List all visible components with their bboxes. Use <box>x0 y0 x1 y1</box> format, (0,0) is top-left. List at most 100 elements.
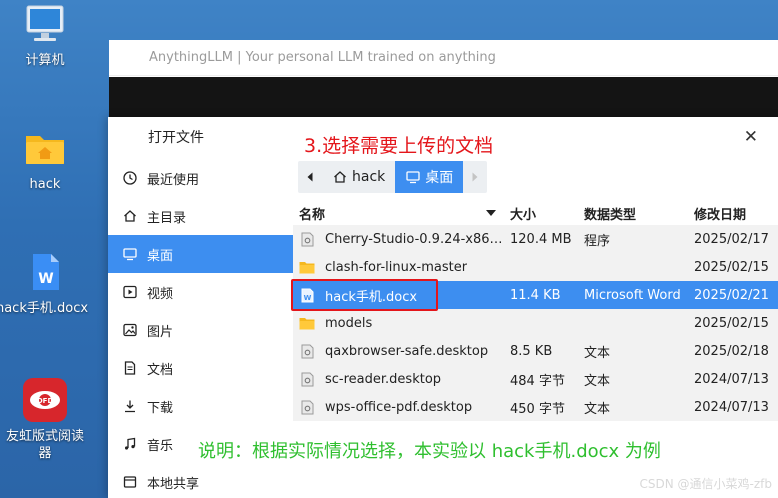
desktop-icon-reader[interactable]: OFD 友虹版式阅读器 <box>0 376 90 462</box>
dialog-title: 打开文件 <box>148 130 204 146</box>
svg-text:W: W <box>303 294 311 302</box>
sidebar-item-label: 本地共享 <box>147 476 200 492</box>
watermark: CSDN @通信小菜鸡-zfb <box>639 477 773 491</box>
file-type: 文本 <box>584 345 611 361</box>
file-size: 450 字节 <box>510 401 565 417</box>
file-type: 程序 <box>584 233 611 249</box>
breadcrumb-item-desktop[interactable]: 桌面 <box>395 161 464 193</box>
step-annotation: 3.选择需要上传的文档 <box>304 135 494 157</box>
desktop-icon-computer[interactable]: 计算机 <box>0 4 90 69</box>
sidebar-item-downloads[interactable]: 下载 <box>108 387 293 425</box>
share-icon <box>122 474 138 490</box>
table-row[interactable]: sc-reader.desktop 484 字节 文本 2024/07/13 <box>293 365 778 393</box>
table-header: 名称 大小 数据类型 修改日期 <box>293 201 778 225</box>
svg-text:OFD: OFD <box>37 397 54 405</box>
column-header-label: 名称 <box>299 207 326 223</box>
column-header-date[interactable]: 修改日期 <box>686 204 778 223</box>
file-name: sc-reader.desktop <box>325 371 442 387</box>
desktop-icon <box>122 246 138 262</box>
file-date: 2024/07/13 <box>694 371 769 387</box>
word-document-icon: W <box>299 287 315 303</box>
file-type: 文本 <box>584 373 611 389</box>
table-row[interactable]: Cherry-Studio-0.9.24-x86_… 120.4 MB 程序 2… <box>293 225 778 253</box>
close-icon[interactable]: ✕ <box>744 127 758 147</box>
sidebar-item-label: 音乐 <box>147 438 174 454</box>
desktop-icon-label: hack手机.docx <box>0 301 89 316</box>
table-row[interactable]: qaxbrowser-safe.desktop 8.5 KB 文本 2025/0… <box>293 337 778 365</box>
breadcrumb-label: hack <box>352 169 386 185</box>
computer-icon <box>26 5 64 41</box>
reader-app-icon: OFD <box>23 378 67 422</box>
sidebar-item-videos[interactable]: 视频 <box>108 273 293 311</box>
svg-text:W: W <box>38 271 53 287</box>
sidebar-item-documents[interactable]: 文档 <box>108 349 293 387</box>
desktop-icon <box>405 169 421 185</box>
forward-arrow-icon[interactable] <box>463 161 487 193</box>
breadcrumb: hack 桌面 <box>298 161 488 193</box>
table-row[interactable]: wps-office-pdf.desktop 450 字节 文本 2024/07… <box>293 393 778 421</box>
sidebar-item-pictures[interactable]: 图片 <box>108 311 293 349</box>
sidebar-item-local-share[interactable]: 本地共享 <box>108 463 293 498</box>
table-row[interactable]: clash-for-linux-master 2025/02/15 <box>293 253 778 281</box>
file-type: 文本 <box>584 401 611 417</box>
table-row-selected[interactable]: Whack手机.docx 11.4 KB Microsoft Word 2025… <box>293 281 778 309</box>
file-date: 2025/02/21 <box>694 287 769 303</box>
file-date: 2025/02/18 <box>694 343 769 359</box>
sidebar-item-label: 最近使用 <box>147 172 200 188</box>
desktop-icon-label: 友虹版式阅读器 <box>5 429 84 461</box>
column-header-name[interactable]: 名称 <box>293 204 504 223</box>
clock-icon <box>122 170 138 186</box>
sidebar-item-label: 文档 <box>147 362 174 378</box>
file-name: wps-office-pdf.desktop <box>325 399 473 415</box>
sidebar-item-home[interactable]: 主目录 <box>108 197 293 235</box>
home-icon <box>332 169 348 185</box>
document-icon <box>122 360 138 376</box>
folder-icon <box>299 259 315 275</box>
file-name: hack手机.docx <box>325 289 418 305</box>
table-row[interactable]: models 2025/02/15 <box>293 309 778 337</box>
file-name: models <box>325 315 373 331</box>
text-file-icon <box>299 343 315 359</box>
home-icon <box>122 208 138 224</box>
note-annotation: 说明：根据实际情况选择，本实验以 hack手机.docx 为例 <box>198 441 661 462</box>
executable-icon <box>299 231 315 247</box>
open-file-dialog: 打开文件 ✕ 3.选择需要上传的文档 最近使用 主目录 桌面 视频 图片 文档 … <box>108 117 778 498</box>
file-date: 2025/02/15 <box>694 259 769 275</box>
download-icon <box>122 398 138 414</box>
file-name: qaxbrowser-safe.desktop <box>325 343 489 359</box>
desktop-icon-label: 计算机 <box>25 53 65 68</box>
music-icon <box>122 436 138 452</box>
file-type: Microsoft Word <box>584 287 681 303</box>
video-icon <box>122 284 138 300</box>
app-header-bar <box>109 77 778 117</box>
file-date: 2025/02/15 <box>694 315 769 331</box>
file-name: Cherry-Studio-0.9.24-x86_… <box>325 231 504 247</box>
word-document-icon: W <box>33 254 59 290</box>
text-file-icon <box>299 399 315 415</box>
file-name: clash-for-linux-master <box>325 259 468 275</box>
file-date: 2025/02/17 <box>694 231 769 247</box>
column-header-size[interactable]: 大小 <box>504 204 578 223</box>
file-table: 名称 大小 数据类型 修改日期 Cherry-Studio-0.9.24-x86… <box>293 201 778 421</box>
home-folder-icon <box>26 136 64 164</box>
sidebar-item-label: 主目录 <box>147 210 187 226</box>
desktop-icon-hack[interactable]: hack <box>0 128 90 193</box>
desktop-icon-hack-docx[interactable]: W hack手机.docx <box>0 252 90 317</box>
sidebar-item-label: 桌面 <box>147 248 174 264</box>
desktop-icon-label: hack <box>29 177 61 192</box>
file-size: 120.4 MB <box>510 231 572 247</box>
breadcrumb-label: 桌面 <box>425 170 454 186</box>
file-size: 8.5 KB <box>510 343 553 359</box>
sidebar-item-recent[interactable]: 最近使用 <box>108 159 293 197</box>
file-size: 484 字节 <box>510 373 565 389</box>
breadcrumb-item-hack[interactable]: hack <box>322 161 395 193</box>
text-file-icon <box>299 371 315 387</box>
sidebar-item-label: 视频 <box>147 286 174 302</box>
sidebar-item-label: 下载 <box>147 400 174 416</box>
sidebar-item-label: 图片 <box>147 324 174 340</box>
sidebar-item-desktop[interactable]: 桌面 <box>108 235 293 273</box>
file-date: 2024/07/13 <box>694 399 769 415</box>
column-header-type[interactable]: 数据类型 <box>578 204 686 223</box>
back-arrow-icon[interactable] <box>298 161 322 193</box>
image-icon <box>122 322 138 338</box>
